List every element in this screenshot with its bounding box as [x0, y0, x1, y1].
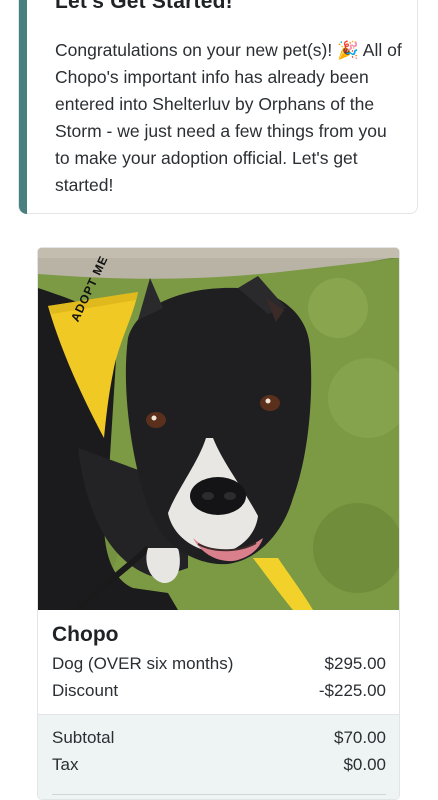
totals-divider — [52, 794, 386, 795]
subtotal-amount: $70.00 — [334, 728, 386, 747]
welcome-card: Let's Get Started! Congratulations on yo… — [18, 0, 418, 214]
discount-amount: -$225.00 — [318, 681, 386, 700]
tax-label: Tax — [52, 755, 79, 774]
totals-section: Subtotal $70.00 Tax $0.00 — [38, 714, 399, 799]
welcome-message: Congratulations on your new pet(s)! 🎉 Al… — [55, 40, 402, 195]
dog-photo — [38, 248, 399, 610]
species-fee-row: Dog (OVER six months) $295.00 — [52, 654, 386, 680]
tax-row: Tax $0.00 — [52, 755, 386, 781]
discount-label: Discount — [52, 681, 119, 700]
species-label: Dog (OVER six months) — [52, 654, 234, 673]
subtotal-label: Subtotal — [52, 728, 115, 747]
discount-row: Discount -$225.00 — [52, 681, 386, 707]
accent-bar — [19, 0, 27, 214]
pet-card: ADOPT ME Chopo Dog (OVER six months) $29… — [37, 247, 400, 800]
species-price: $295.00 — [324, 654, 386, 673]
tax-amount: $0.00 — [343, 755, 386, 774]
welcome-title: Let's Get Started! — [55, 0, 233, 13]
pet-name: Chopo — [52, 623, 119, 646]
subtotal-row: Subtotal $70.00 — [52, 728, 386, 754]
